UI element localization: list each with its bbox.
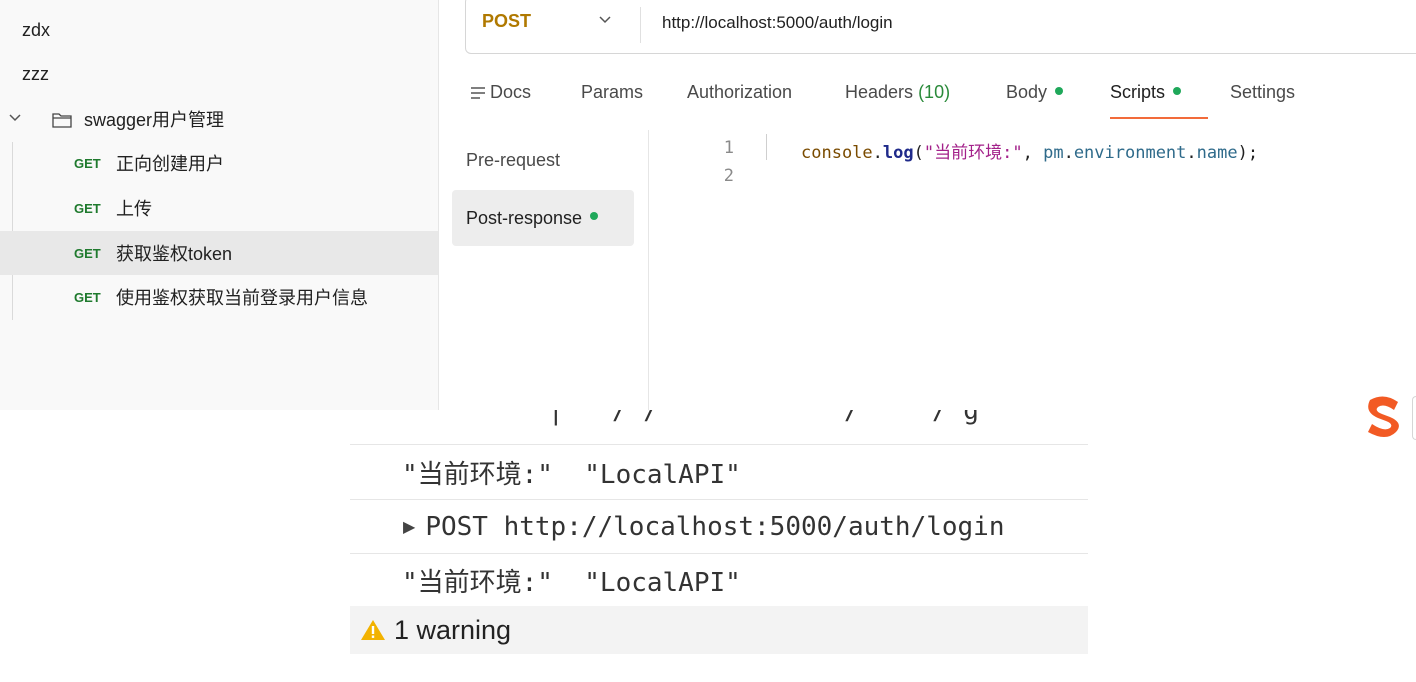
method-tag: GET <box>74 245 101 261</box>
code-editor[interactable]: 1 2 console.log("当前环境:", pm.environment.… <box>650 130 1416 410</box>
collection-sidebar: zdx zzz swagger用户管理 GET 正向创建用户 GET 上传 GE… <box>0 0 439 410</box>
code-token: . <box>1186 143 1197 163</box>
docs-icon <box>470 82 490 102</box>
method-tag: GET <box>74 200 101 216</box>
sogou-ime-icon[interactable] <box>1360 394 1408 440</box>
code-token: . <box>1063 143 1074 163</box>
chevron-down-icon[interactable] <box>598 13 612 32</box>
code-token: "当前环境:" <box>923 143 1023 163</box>
script-nav-post-response[interactable]: Post-response <box>452 190 634 246</box>
tab-label: Headers <box>845 82 914 102</box>
sidebar-item-zdx[interactable]: zdx <box>0 8 438 52</box>
tab-scripts[interactable]: Scripts <box>1110 82 1182 103</box>
method-tag: GET <box>74 155 101 171</box>
request-item-label: 上传 <box>116 199 152 219</box>
code-token: name <box>1196 143 1238 163</box>
tab-params[interactable]: Params <box>581 82 643 103</box>
status-dot <box>1173 87 1182 96</box>
ime-toolbar-edge <box>1412 396 1416 440</box>
console-log-row[interactable]: "当前环境:" "LocalAPI" <box>350 445 1088 500</box>
divider <box>640 7 641 43</box>
code-token: log <box>882 143 914 163</box>
code-token: . <box>872 143 883 163</box>
request-item[interactable]: GET 使用鉴权获取当前登录用户信息 <box>0 275 438 319</box>
script-nav-pre-request[interactable]: Pre-request <box>452 132 634 188</box>
code-token: environment <box>1073 143 1187 163</box>
tab-label: Body <box>1006 82 1048 102</box>
method-select[interactable]: POST <box>482 11 531 32</box>
console-request-row[interactable]: ▶ POST http://localhost:5000/auth/login <box>350 500 1088 554</box>
url-input[interactable]: http://localhost:5000/auth/login <box>662 13 893 33</box>
tab-settings[interactable]: Settings <box>1230 82 1295 103</box>
status-dot <box>1055 87 1064 96</box>
expand-triangle-icon[interactable]: ▶ <box>350 517 415 536</box>
request-item[interactable]: GET 上传 <box>0 186 438 230</box>
console-panel: | / / / / g "当前环境:" "LocalAPI" ▶ POST http:/… <box>350 410 1088 654</box>
script-nav-label: Post-response <box>466 207 583 228</box>
script-nav-label: Pre-request <box>466 149 561 170</box>
code-token: ); <box>1237 143 1259 163</box>
code-token: console <box>801 143 873 163</box>
request-item-label: 获取鉴权token <box>116 244 233 264</box>
line-number: 1 <box>723 138 734 158</box>
active-tab-indicator <box>1110 117 1208 119</box>
headers-count: (10) <box>918 82 951 102</box>
log-text: POST http://localhost:5000/auth/login <box>425 511 1005 542</box>
sidebar-item-zzz[interactable]: zzz <box>0 52 438 96</box>
line-number: 2 <box>723 166 734 186</box>
method-tag: GET <box>74 289 101 305</box>
sidebar-item-label: zzz <box>22 63 49 84</box>
postman-request-editor: zdx zzz swagger用户管理 GET 正向创建用户 GET 上传 GE… <box>0 0 1416 410</box>
clipped-log-row: | / / / / g <box>350 410 1088 445</box>
code-token: , <box>1022 143 1044 163</box>
log-text: "当前环境:" "LocalAPI" <box>402 567 741 598</box>
folder-icon <box>52 112 72 128</box>
tab-label: Docs <box>490 82 532 102</box>
sidebar-item-label: swagger用户管理 <box>84 110 225 130</box>
tab-label: Scripts <box>1110 82 1166 102</box>
request-item-selected[interactable]: GET 获取鉴权token <box>0 231 438 275</box>
script-nav: Pre-request Post-response <box>452 130 649 410</box>
warning-icon <box>361 620 385 640</box>
tab-headers[interactable]: Headers (10) <box>845 82 950 103</box>
sidebar-folder-swagger[interactable]: swagger用户管理 <box>0 97 438 141</box>
chevron-down-icon[interactable] <box>0 109 52 130</box>
sidebar-item-label: zdx <box>22 19 51 40</box>
code-token: pm <box>1043 143 1064 163</box>
request-item[interactable]: GET 正向创建用户 <box>0 141 438 185</box>
code-token: ( <box>913 143 924 163</box>
status-dot <box>590 212 599 220</box>
tab-authorization[interactable]: Authorization <box>687 82 792 103</box>
tab-docs[interactable]: Docs <box>470 82 531 103</box>
indent-guide <box>766 134 767 160</box>
request-item-label: 正向创建用户 <box>116 154 224 174</box>
warning-text: 1 warning <box>394 614 512 645</box>
console-log-row[interactable]: "当前环境:" "LocalAPI" <box>350 554 1088 607</box>
warning-summary-row[interactable]: 1 warning <box>350 606 1088 654</box>
request-item-label: 使用鉴权获取当前登录用户信息 <box>116 288 368 308</box>
tab-body[interactable]: Body <box>1006 82 1064 103</box>
code-line: console.log("当前环境:", pm.environment.name… <box>801 138 1258 163</box>
log-text: "当前环境:" "LocalAPI" <box>402 459 741 490</box>
url-bar: POST http://localhost:5000/auth/login <box>465 0 1416 54</box>
